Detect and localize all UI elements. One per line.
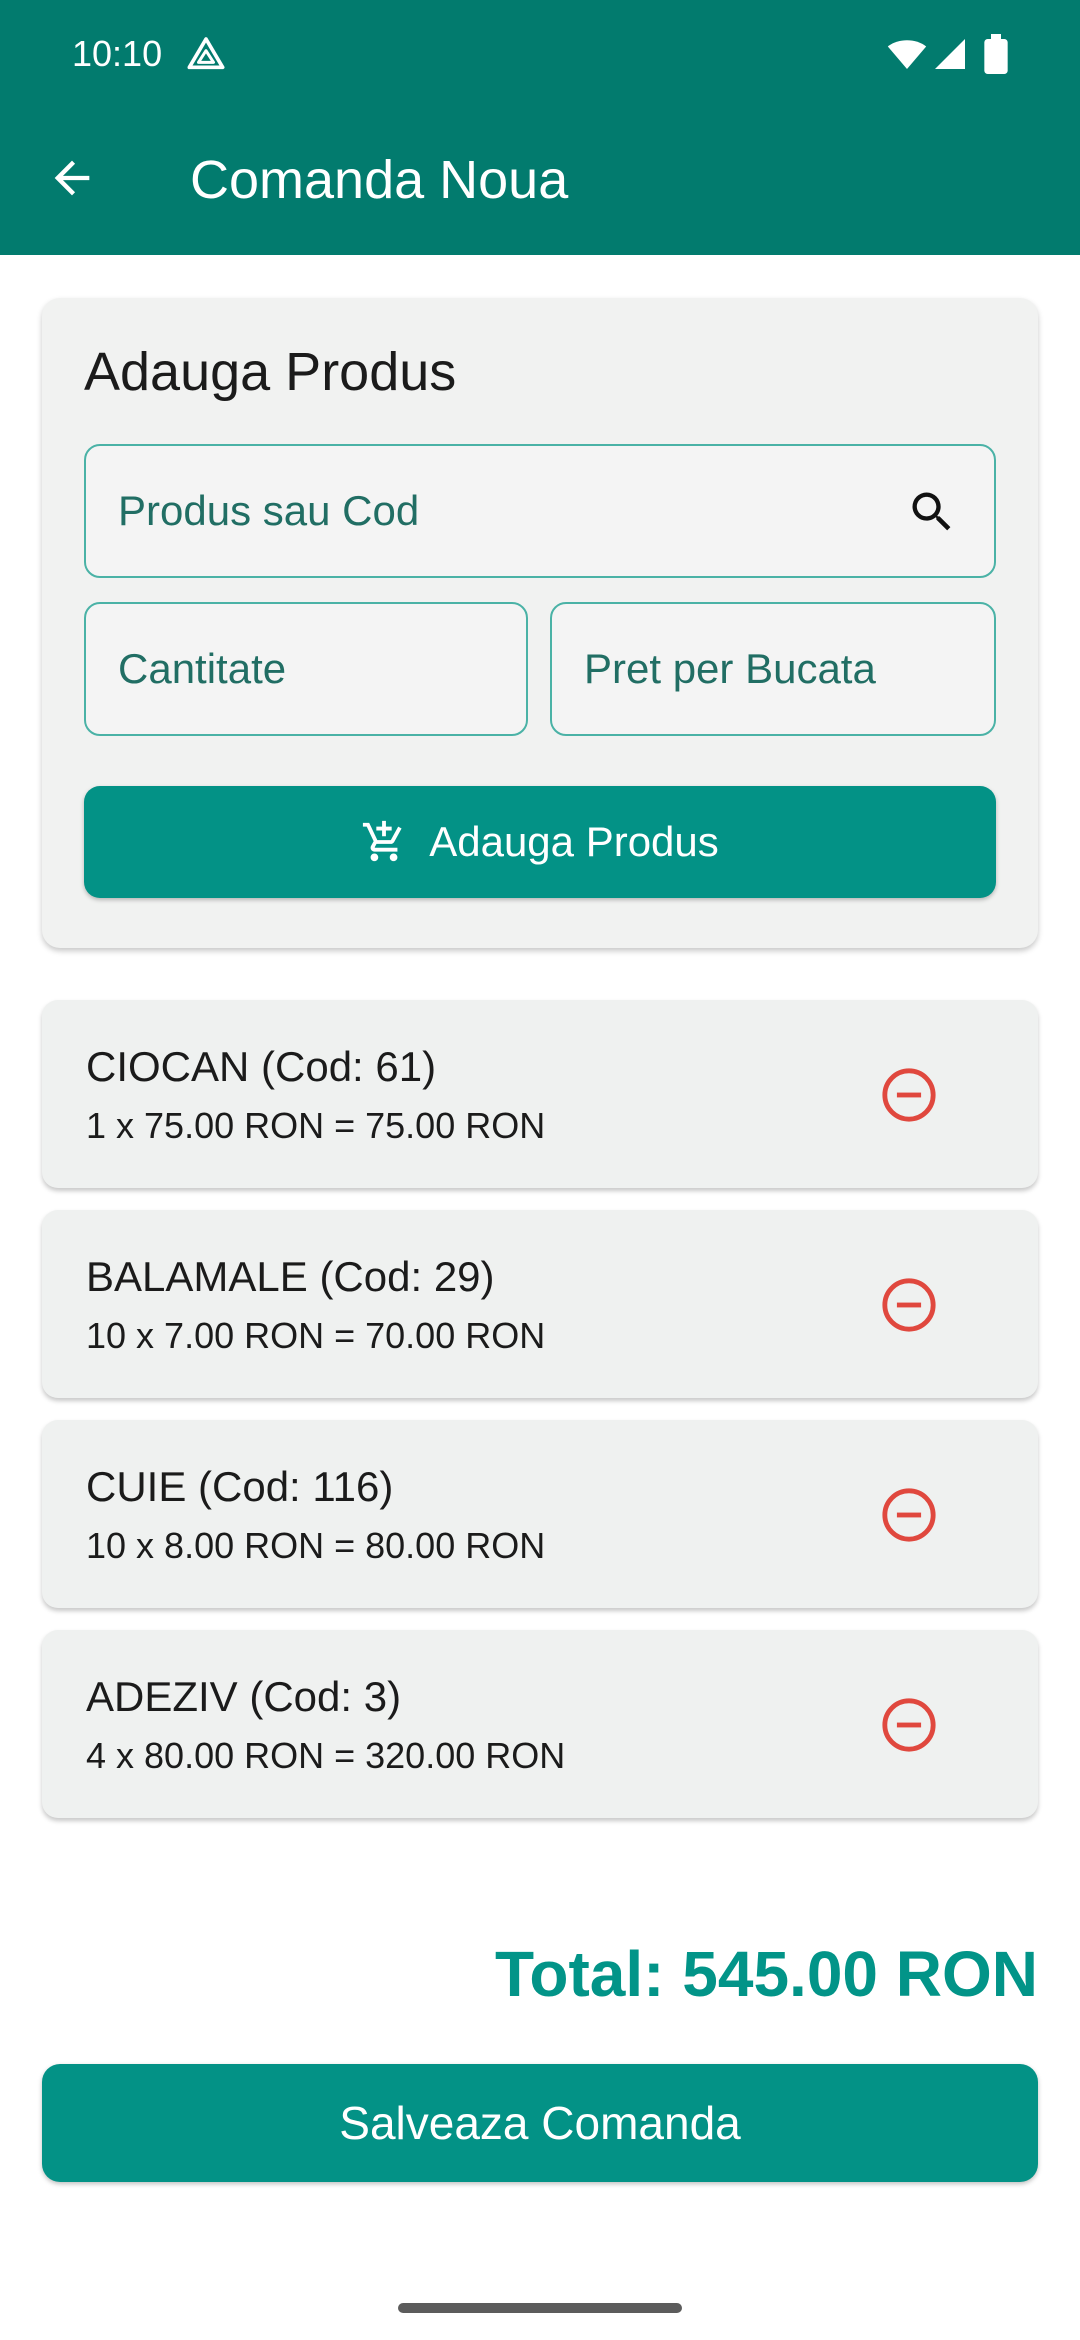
- add-cart-icon: [363, 820, 402, 862]
- order-item: CIOCAN (Cod: 61) 1 x 75.00 RON = 75.00 R…: [42, 1000, 1038, 1188]
- search-icon[interactable]: [906, 486, 958, 538]
- item-name: CUIE (Cod: 116): [86, 1463, 394, 1510]
- add-product-card: Adauga Produs Produs sau Cod Cantitate P…: [42, 298, 1038, 948]
- remove-circle-icon[interactable]: [880, 1276, 938, 1334]
- signal-icon: [935, 39, 965, 69]
- home-indicator[interactable]: [398, 2303, 682, 2313]
- item-name: CIOCAN (Cod: 61): [86, 1043, 437, 1090]
- item-calculation: 10 x 8.00 RON = 80.00 RON: [86, 1525, 546, 1566]
- product-field-placeholder: Produs sau Cod: [118, 487, 420, 534]
- save-order-button-label: Salveaza Comanda: [339, 2097, 741, 2149]
- remove-circle-icon[interactable]: [880, 1066, 938, 1124]
- battery-icon: [984, 34, 1008, 74]
- add-product-button[interactable]: Adauga Produs: [84, 786, 996, 898]
- order-total: Total: 545.00 RON: [495, 1938, 1038, 2010]
- price-per-unit-field[interactable]: Pret per Bucata: [550, 602, 996, 736]
- add-product-button-label: Adauga Produs: [429, 818, 719, 865]
- item-name: BALAMALE (Cod: 29): [86, 1253, 495, 1300]
- page-title: Comanda Noua: [190, 150, 569, 210]
- app-notification-icon: [187, 37, 225, 70]
- quantity-field[interactable]: Cantitate: [84, 602, 528, 736]
- app-bar: 10:10 Comanda Noua: [0, 0, 1080, 255]
- remove-circle-icon[interactable]: [880, 1696, 938, 1754]
- add-product-title: Adauga Produs: [84, 342, 457, 402]
- order-item: CUIE (Cod: 116) 10 x 8.00 RON = 80.00 RO…: [42, 1420, 1038, 1608]
- wifi-icon: [887, 40, 927, 69]
- price-field-placeholder: Pret per Bucata: [584, 645, 876, 692]
- quantity-field-placeholder: Cantitate: [118, 645, 287, 692]
- item-name: ADEZIV (Cod: 3): [86, 1673, 402, 1720]
- remove-circle-icon[interactable]: [880, 1486, 938, 1544]
- back-button[interactable]: [40, 146, 104, 210]
- item-calculation: 1 x 75.00 RON = 75.00 RON: [86, 1105, 546, 1146]
- product-search-field[interactable]: Produs sau Cod: [84, 444, 996, 578]
- order-item: BALAMALE (Cod: 29) 10 x 7.00 RON = 70.00…: [42, 1210, 1038, 1398]
- status-time: 10:10: [72, 33, 163, 74]
- save-order-button[interactable]: Salveaza Comanda: [42, 2064, 1038, 2182]
- item-calculation: 4 x 80.00 RON = 320.00 RON: [86, 1735, 566, 1776]
- item-calculation: 10 x 7.00 RON = 70.00 RON: [86, 1315, 546, 1356]
- arrow-back-icon: [54, 160, 90, 196]
- order-item: ADEZIV (Cod: 3) 4 x 80.00 RON = 320.00 R…: [42, 1630, 1038, 1818]
